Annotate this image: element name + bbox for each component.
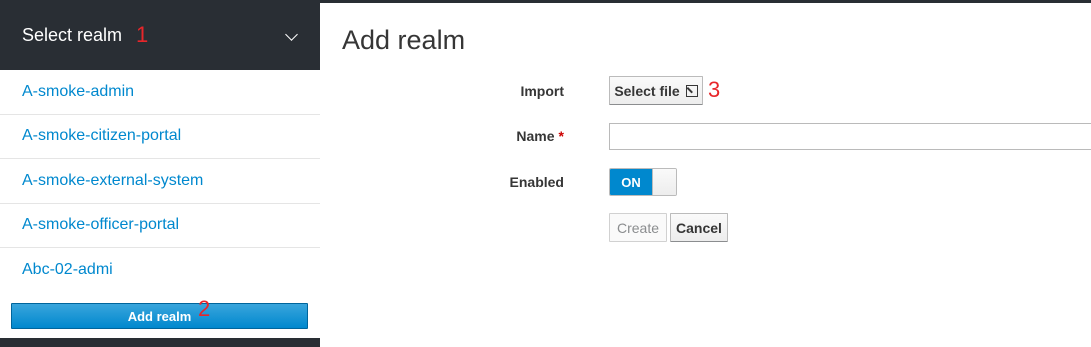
cancel-button-label: Cancel xyxy=(676,219,722,236)
annotation-marker-2: 2 xyxy=(198,296,211,321)
add-realm-button[interactable]: Add realm xyxy=(11,303,308,329)
required-marker: * xyxy=(558,128,564,144)
sidebar: Select realm 1 A-smoke-admin A-smoke-cit… xyxy=(0,0,320,347)
sidebar-footer xyxy=(0,338,320,347)
name-input[interactable] xyxy=(609,123,1091,150)
realm-selector-dropdown[interactable]: Select realm 1 xyxy=(0,0,320,70)
cancel-button[interactable]: Cancel xyxy=(670,213,728,242)
realm-list-item[interactable]: A-smoke-external-system xyxy=(0,159,320,204)
add-realm-button-label: Add realm xyxy=(127,308,192,324)
name-label: Name * xyxy=(414,128,564,144)
toggle-handle xyxy=(652,169,676,195)
realm-list-item[interactable]: A-smoke-officer-portal xyxy=(0,203,320,248)
toggle-on-label: ON xyxy=(610,169,652,195)
add-realm-container: Add realm 2 xyxy=(0,292,320,338)
realm-selector-label: Select realm xyxy=(22,24,123,45)
realm-list-item[interactable]: Abc-02-admi xyxy=(0,248,320,293)
select-file-button[interactable]: Select file xyxy=(609,76,703,105)
realm-list-item[interactable]: A-smoke-admin xyxy=(0,70,320,115)
main-content: Add realm Import Select file 3 Name * Ena… xyxy=(320,3,1091,347)
enabled-toggle[interactable]: ON xyxy=(609,168,677,196)
page-title: Add realm xyxy=(342,25,466,55)
create-button[interactable]: Create xyxy=(609,213,667,242)
realm-list-item[interactable]: A-smoke-citizen-portal xyxy=(0,114,320,159)
annotation-marker-3: 3 xyxy=(708,77,721,102)
enabled-label: Enabled xyxy=(509,174,564,190)
chevron-down-icon xyxy=(285,28,298,41)
import-file-icon xyxy=(685,84,698,97)
create-button-label: Create xyxy=(616,219,660,236)
import-label: Import xyxy=(520,83,564,99)
select-file-button-label: Select file xyxy=(614,82,680,99)
realm-list: A-smoke-admin A-smoke-citizen-portal A-s… xyxy=(0,70,320,293)
annotation-marker-1: 1 xyxy=(136,22,149,47)
name-label-text: Name xyxy=(516,128,555,144)
